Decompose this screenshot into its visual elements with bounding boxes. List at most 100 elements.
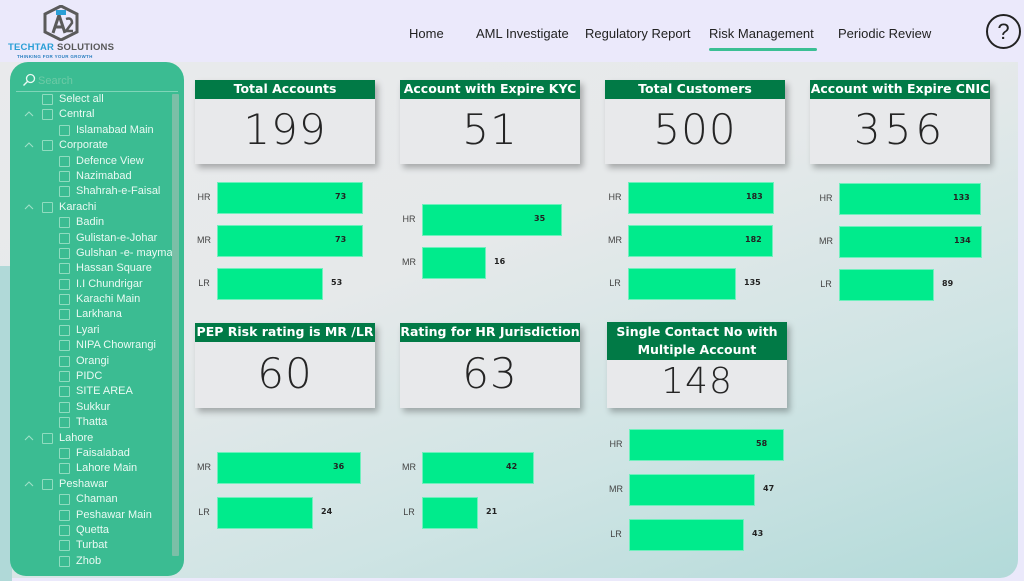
nav-home[interactable]: Home (409, 24, 444, 50)
slicer-scrollbar[interactable] (172, 94, 179, 556)
chevron-up-icon[interactable] (24, 434, 34, 442)
nav-aml-investigate[interactable]: AML Investigate (476, 24, 569, 50)
kpi-value: 51 (462, 105, 518, 154)
bar-category-label: HR (197, 192, 211, 202)
chevron-up-icon[interactable] (24, 110, 34, 118)
chevron-up-icon[interactable] (24, 203, 34, 211)
slicer-item[interactable]: Larkhana (10, 307, 174, 322)
checkbox[interactable] (59, 294, 70, 306)
slicer-item[interactable]: Islamabad Main (10, 123, 174, 138)
checkbox[interactable] (59, 324, 70, 336)
checkbox[interactable] (42, 140, 53, 152)
slicer-item[interactable]: Orangi (10, 354, 174, 369)
checkbox[interactable] (42, 94, 53, 105)
bar[interactable] (839, 269, 934, 301)
bar[interactable] (422, 452, 534, 484)
slicer-item[interactable]: SITE AREA (10, 384, 174, 399)
slicer-item[interactable]: Karachi (10, 200, 174, 215)
checkbox[interactable] (59, 186, 70, 198)
bar-data-label: 36 (333, 462, 345, 471)
bar-category-label: LR (610, 529, 622, 539)
checkbox[interactable] (59, 417, 70, 429)
checkbox[interactable] (42, 109, 53, 121)
slicer-item[interactable]: Nazimabad (10, 169, 174, 184)
bar[interactable] (422, 247, 486, 279)
help-button[interactable]: ? (986, 14, 1021, 49)
checkbox[interactable] (59, 401, 70, 413)
checkbox[interactable] (59, 509, 70, 521)
checkbox[interactable] (59, 494, 70, 506)
checkbox[interactable] (59, 540, 70, 552)
checkbox[interactable] (42, 432, 53, 444)
slicer-item[interactable]: Peshawar (10, 477, 174, 492)
nav-regulatory-report[interactable]: Regulatory Report (585, 24, 691, 50)
chevron-up-icon[interactable] (24, 141, 34, 149)
slicer-item[interactable]: Gulshan -e- maymar (10, 246, 176, 261)
checkbox[interactable] (59, 447, 70, 459)
slicer-item[interactable]: PIDC (10, 369, 174, 384)
bar-data-label: 16 (494, 257, 506, 266)
slicer-item[interactable]: NIPA Chowrangi (10, 338, 174, 353)
slicer-item[interactable]: Quetta (10, 523, 174, 538)
slicer-item[interactable]: Central (10, 107, 174, 122)
slicer-item[interactable]: Turbat (10, 538, 174, 553)
bar-data-label: 24 (321, 507, 333, 516)
checkbox[interactable] (59, 232, 70, 244)
slicer-item-label: Hassan Square (76, 262, 152, 275)
slicer-item[interactable]: Defence View (10, 154, 174, 169)
checkbox[interactable] (59, 124, 70, 136)
bar-category-label: MR (197, 462, 211, 472)
slicer-item[interactable]: Peshawar Main (10, 508, 174, 523)
checkbox[interactable] (59, 309, 70, 321)
slicer-item-label: Quetta (76, 523, 110, 536)
slicer-item[interactable]: Thatta (10, 415, 174, 430)
bar[interactable] (628, 268, 736, 300)
nav-risk-management[interactable]: Risk Management (709, 24, 817, 51)
slicer-item[interactable]: Karachi Main (10, 292, 174, 307)
checkbox[interactable] (42, 478, 53, 490)
slicer-item[interactable]: Sukkur (10, 400, 174, 415)
slicer-item-label: Orangi (76, 354, 110, 367)
checkbox[interactable] (59, 386, 70, 398)
checkbox[interactable] (59, 263, 70, 275)
checkbox[interactable] (59, 170, 70, 182)
checkbox[interactable] (59, 555, 70, 567)
slicer-item[interactable]: Shahrah-e-Faisal (10, 184, 174, 199)
checkbox[interactable] (59, 155, 70, 167)
checkbox[interactable] (59, 371, 70, 383)
slicer-item[interactable]: Gulistan-e-Johar (10, 231, 174, 246)
bar[interactable] (629, 474, 755, 506)
slicer-item[interactable]: Chaman (10, 492, 174, 507)
checkbox[interactable] (42, 201, 53, 213)
bar-category-label: MR (197, 235, 211, 245)
checkbox[interactable] (59, 278, 70, 290)
bar[interactable] (422, 497, 478, 529)
slicer-item[interactable]: Hassan Square (10, 261, 174, 276)
slicer-item[interactable]: I.I Chundrigar (10, 277, 174, 292)
slicer-item[interactable]: Faisalabad (10, 446, 174, 461)
slicer-item[interactable]: Zhob (10, 554, 174, 569)
slicer-item-label: Peshawar (59, 477, 108, 490)
slicer-item-label: PIDC (76, 370, 103, 383)
nav-periodic-review[interactable]: Periodic Review (838, 24, 931, 50)
slicer-item[interactable]: Lahore Main (10, 461, 174, 476)
checkbox[interactable] (59, 463, 70, 475)
checkbox[interactable] (59, 355, 70, 367)
bar[interactable] (629, 519, 744, 551)
slicer-item[interactable]: Lahore (10, 431, 174, 446)
bar[interactable] (217, 268, 323, 300)
slicer-item[interactable]: Badin (10, 215, 174, 230)
checkbox[interactable] (59, 217, 70, 229)
slicer-item[interactable]: Lyari (10, 323, 174, 338)
slicer-search-input[interactable] (38, 72, 176, 90)
checkbox[interactable] (59, 340, 70, 352)
chevron-up-icon[interactable] (24, 480, 34, 488)
slicer-item-label: Turbat (76, 539, 108, 552)
checkbox[interactable] (59, 247, 70, 259)
checkbox[interactable] (59, 524, 70, 536)
bar[interactable] (217, 497, 313, 529)
slicer-item[interactable]: Select all (10, 92, 174, 107)
slicer-item-label: Lyari (76, 323, 100, 336)
slicer-item[interactable]: Corporate (10, 138, 174, 153)
bar-data-label: 183 (746, 192, 763, 201)
